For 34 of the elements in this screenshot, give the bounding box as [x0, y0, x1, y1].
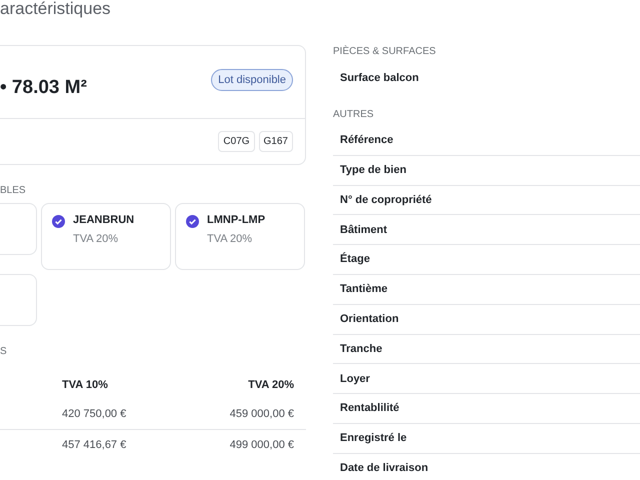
section-heading: S [0, 346, 8, 358]
table-cell-text: 457 416,67 € [62, 438, 128, 453]
regime-card [0, 203, 37, 255]
regime-name: LMNP-LMP [207, 214, 266, 227]
status-badge: Lot disponible [211, 68, 293, 92]
regime-card [0, 274, 37, 326]
field-label: Rentablilité [340, 401, 400, 416]
section-heading: AUTRES [333, 109, 375, 121]
section-heading: BLES [0, 185, 27, 197]
section-heading: PIÈCES & SURFACES [333, 46, 437, 58]
surface-value: • 78.03 M² [0, 76, 87, 100]
table-cell-text: 420 750,00 € [62, 407, 128, 422]
regime-vat: TVA 20% [73, 232, 120, 247]
field-label: N° de copropriété [340, 192, 432, 208]
field-label: Enregistré le [340, 431, 407, 446]
regime-vat: TVA 20% [207, 232, 254, 247]
field-label: Tantième [340, 282, 388, 298]
table-cell-text: 499 000,00 € [228, 438, 294, 453]
field-label: Surface balcon [340, 70, 419, 86]
code-tag: G167 [258, 131, 293, 152]
field-label: Type de bien [340, 162, 406, 178]
code-tag: C07G [218, 131, 255, 152]
field-label: Tranche [340, 342, 382, 357]
field-label: Orientation [340, 312, 399, 327]
regime-name: JEANBRUN [73, 214, 134, 227]
field-label: Étage [340, 251, 370, 268]
field-label: Bâtiment [340, 222, 388, 238]
page-title: aractéristiques [0, 0, 112, 18]
column-header: TVA 10% [62, 378, 109, 393]
field-label: Date de livraison [340, 461, 428, 476]
field-label: Référence [340, 133, 394, 148]
column-header: TVA 20% [247, 378, 294, 393]
field-label: Loyer [340, 372, 370, 387]
table-cell-text: 459 000,00 € [228, 407, 294, 422]
